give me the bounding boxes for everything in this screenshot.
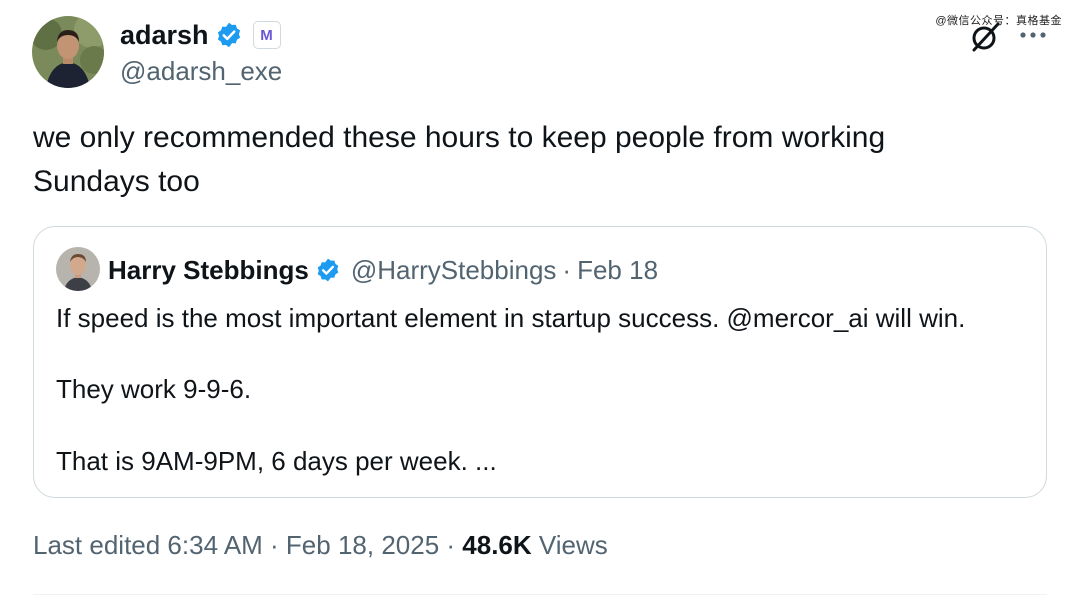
divider xyxy=(33,594,1047,595)
author-avatar[interactable] xyxy=(32,16,104,88)
quoted-separator: · xyxy=(562,254,572,285)
quoted-text-line: That is 9AM-9PM, 6 days per week. ... xyxy=(56,446,497,476)
views-label: Views xyxy=(538,530,608,560)
views-count: 48.6K xyxy=(462,530,532,560)
quoted-header: Harry Stebbings @HarryStebbings · Feb 18 xyxy=(108,253,658,287)
quoted-display-name[interactable]: Harry Stebbings xyxy=(108,255,309,286)
more-options-icon[interactable] xyxy=(1016,28,1050,42)
tweet-text-line: Sundays too xyxy=(33,165,200,198)
grok-icon[interactable] xyxy=(968,20,1002,54)
tweet-text: we only recommended these hours to keep … xyxy=(33,116,1033,204)
quoted-date[interactable]: Feb 18 xyxy=(577,255,658,286)
quoted-handle[interactable]: @HarryStebbings xyxy=(351,255,557,286)
author-handle[interactable]: @adarsh_exe xyxy=(120,56,282,87)
affiliate-badge[interactable]: M xyxy=(252,21,281,49)
quoted-text-line: If speed is the most important element i… xyxy=(56,303,966,333)
verified-badge-icon[interactable] xyxy=(215,21,243,49)
author-name-row: adarsh M xyxy=(120,18,281,52)
tweet-meta: Last edited 6:34 AM · Feb 18, 2025 · 48.… xyxy=(33,530,608,561)
quoted-verified-badge-icon xyxy=(315,257,341,283)
quoted-author-avatar[interactable] xyxy=(56,247,100,291)
author-display-name[interactable]: adarsh xyxy=(120,20,209,51)
quoted-tweet-card[interactable]: Harry Stebbings @HarryStebbings · Feb 18… xyxy=(33,226,1047,498)
quoted-text-line: They work 9-9-6. xyxy=(56,374,252,404)
tweet: adarsh M @adarsh_exe @微信公众号：真格基金 we only… xyxy=(0,0,1080,598)
edited-timestamp[interactable]: Last edited 6:34 AM · Feb 18, 2025 · xyxy=(33,530,455,560)
tweet-text-line: we only recommended these hours to keep … xyxy=(33,121,886,154)
